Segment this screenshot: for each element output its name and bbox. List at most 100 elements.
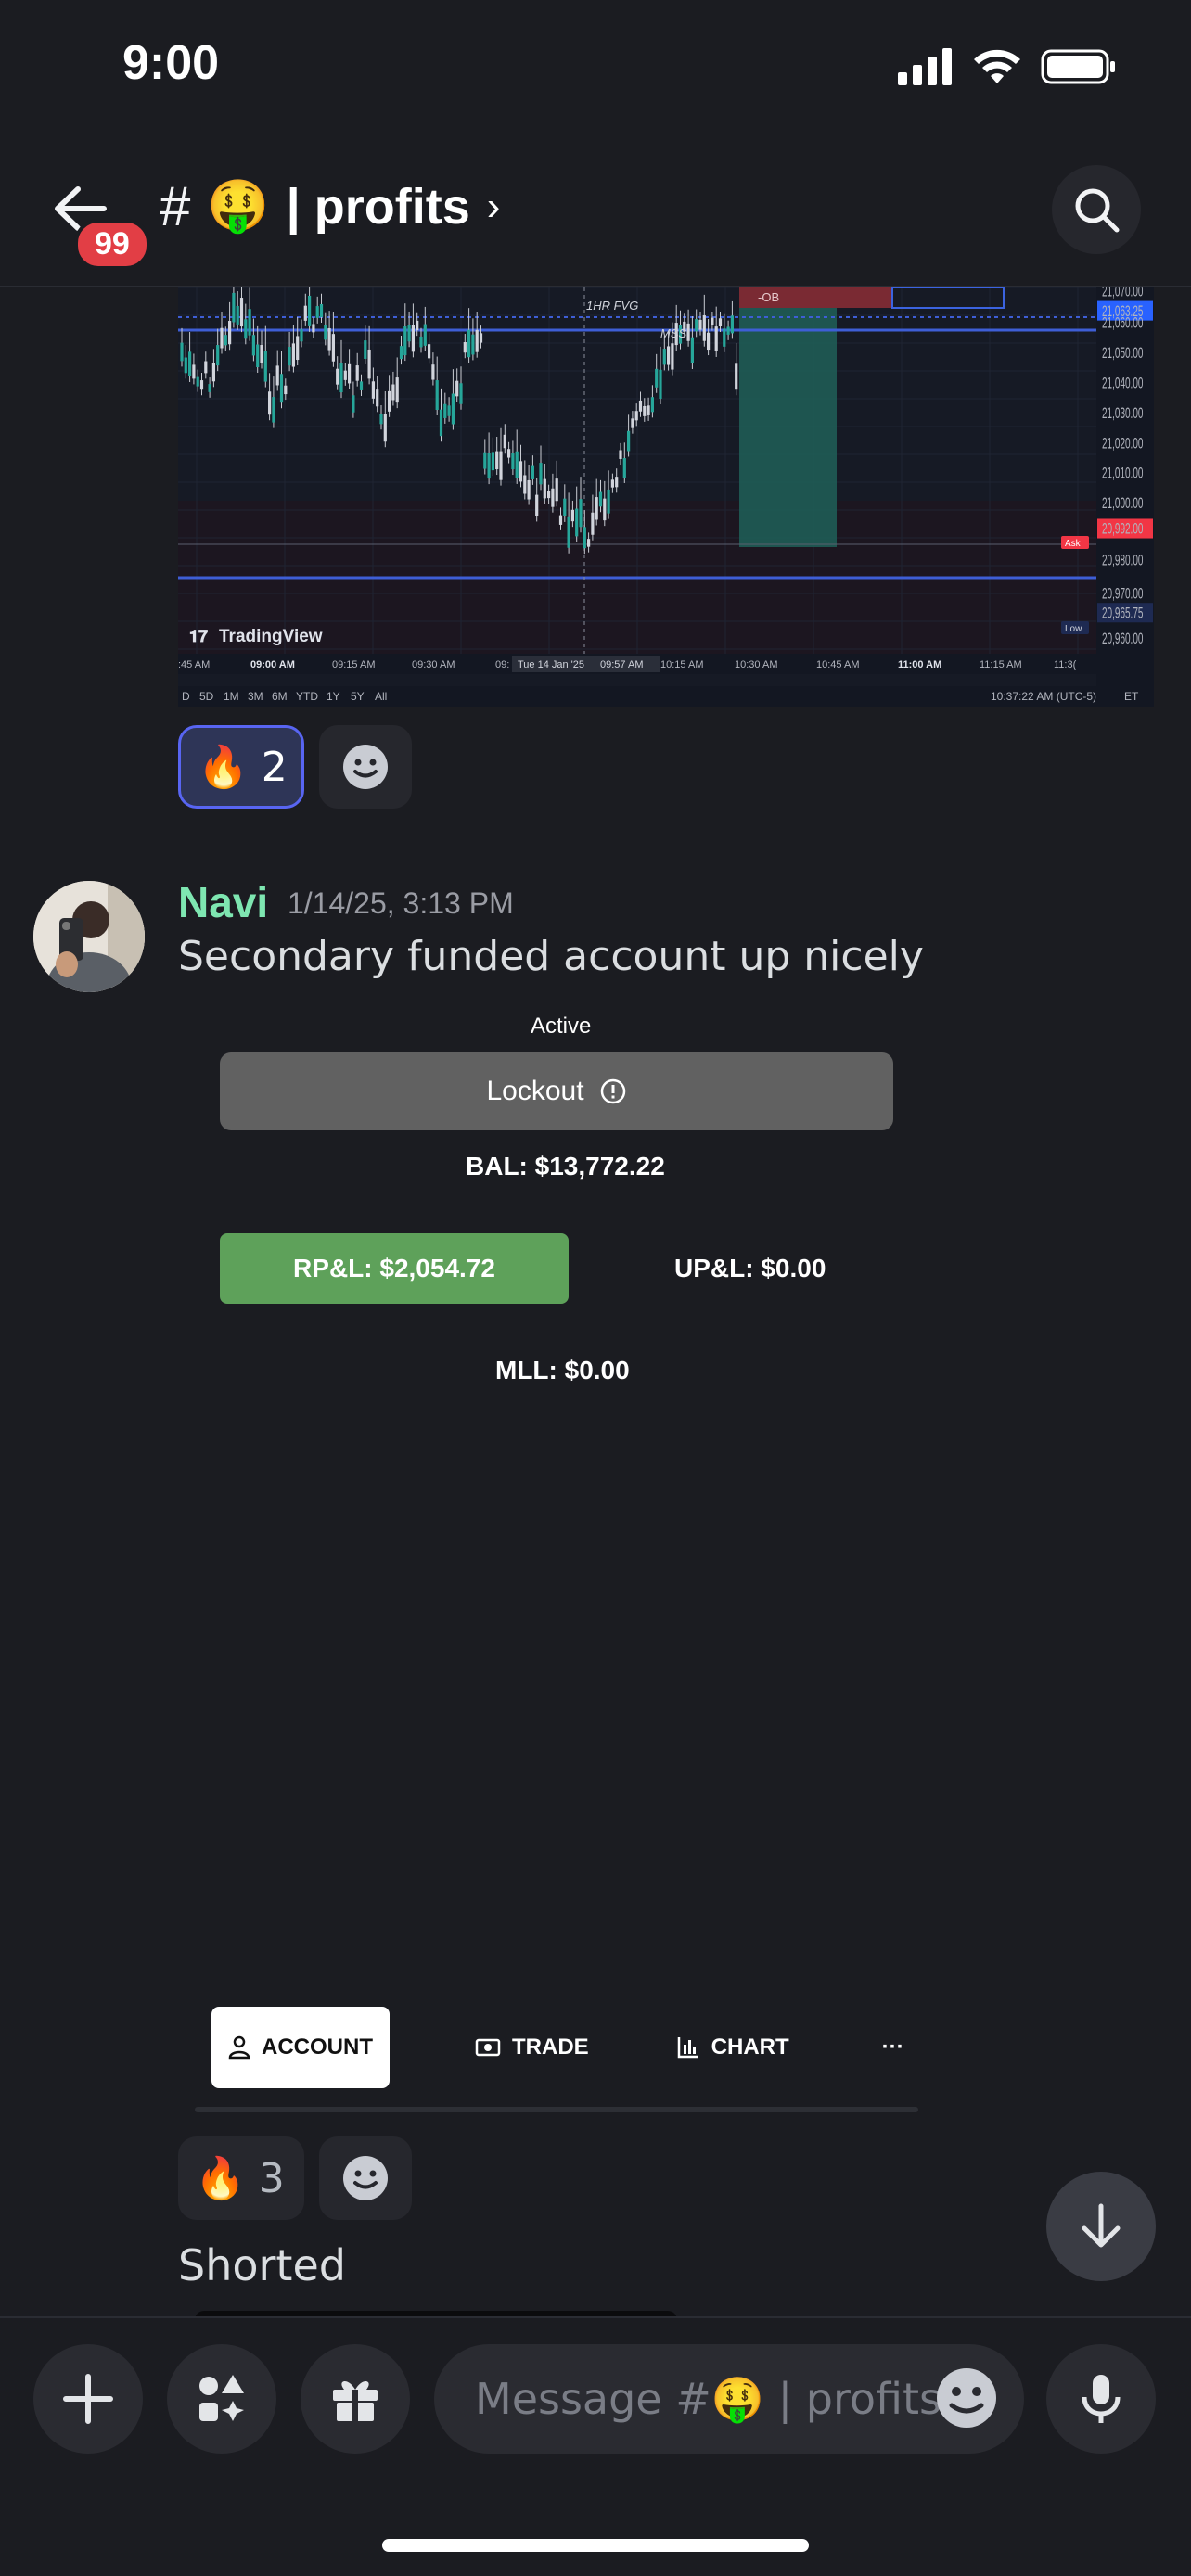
range-button: 1Y: [327, 690, 340, 703]
person-icon: [228, 2035, 250, 2060]
channel-emoji: 🤑: [207, 178, 270, 234]
crosshair-date: Tue 14 Jan '25: [518, 659, 584, 670]
reaction-fire[interactable]: 🔥 2: [178, 725, 304, 809]
lockout-label: Lockout: [486, 1076, 584, 1106]
smiley-icon: [343, 745, 388, 789]
avatar[interactable]: [33, 881, 145, 992]
price-label: 20,992.00: [1102, 520, 1143, 537]
time-label: 09:: [495, 659, 509, 670]
cash-icon: [475, 2038, 501, 2057]
range-button: 6M: [272, 690, 288, 703]
price-label: 21,030.00: [1102, 404, 1143, 421]
time-label: 11:3(: [1054, 659, 1077, 670]
add-reaction-button[interactable]: [319, 725, 412, 809]
time-label: 11:15 AM: [980, 659, 1022, 670]
price-label: 21,010.00: [1102, 465, 1143, 481]
add-reaction-button[interactable]: [319, 2136, 412, 2220]
price-label: 20,980.00: [1102, 552, 1143, 568]
placeholder-emoji: 🤑: [711, 2373, 765, 2424]
unrealized-pnl-value: UP&L: $0.00: [674, 1254, 826, 1282]
plus-icon: [63, 2374, 113, 2424]
chevron-right-icon: ›: [486, 183, 501, 229]
range-button: YTD: [296, 690, 318, 703]
chart-icon: [677, 2037, 698, 2059]
ask-label: Ask: [1065, 539, 1082, 549]
message-author[interactable]: Navi: [178, 877, 268, 927]
trading-chart: -OB 1HR FVG MSS 21,070.0021,063.2521,060…: [178, 287, 1154, 707]
time-label: 10:30 AM: [735, 659, 777, 670]
fire-emoji: 🔥: [198, 744, 249, 791]
channel-name: | profits: [286, 178, 470, 235]
account-tab-bar: ACCOUNT TRADE CHART ···: [211, 2005, 916, 2090]
profit-zone: [739, 308, 837, 547]
price-label: 21,020.00: [1102, 435, 1143, 452]
next-message-text: Shorted: [178, 2240, 346, 2290]
price-label: 20,970.00: [1102, 585, 1143, 602]
lockout-button[interactable]: Lockout: [220, 1052, 893, 1130]
price-label: 21,000.00: [1102, 495, 1143, 512]
more-icon: ···: [881, 2034, 904, 2060]
ob-label: -OB: [758, 290, 779, 304]
account-status: Active: [531, 1014, 592, 1039]
message-text: Secondary funded account up nicely: [178, 933, 924, 980]
attach-button[interactable]: [33, 2344, 143, 2454]
fire-emoji: 🔥: [195, 2155, 246, 2202]
fvg-label: 1HR FVG: [586, 299, 638, 312]
chart-clock: 10:37:22 AM (UTC-5): [991, 690, 1096, 703]
channel-header: 99 # 🤑 | profits ›: [0, 148, 1191, 287]
range-button: 5Y: [351, 690, 365, 703]
time-label: 09:00 AM: [250, 659, 295, 670]
realized-pnl-badge: RP&L: $2,054.72: [220, 1233, 569, 1304]
channel-title[interactable]: # 🤑 | profits ›: [160, 174, 500, 238]
placeholder-suffix: | profits: [764, 2374, 942, 2424]
tradingview-logo: 𝟏𝟕: [189, 627, 208, 645]
status-time: 9:00: [122, 36, 220, 90]
message-timestamp: 1/14/25, 3:13 PM: [288, 886, 514, 920]
price-label: 21,060.00: [1102, 314, 1143, 331]
reaction-fire[interactable]: 🔥 3: [178, 2136, 304, 2220]
time-label: 09:30 AM: [412, 659, 455, 670]
tradingview-brand: TradingView: [219, 627, 323, 646]
tab-more[interactable]: ···: [882, 2007, 904, 2088]
placeholder-prefix: Message #: [475, 2374, 711, 2424]
chart-clock-suffix: ET: [1124, 690, 1139, 703]
gift-icon: [333, 2380, 378, 2421]
gift-button[interactable]: [301, 2344, 410, 2454]
range-button: D: [182, 690, 190, 703]
wifi-icon: [974, 49, 1020, 83]
tab-account[interactable]: ACCOUNT: [211, 2007, 390, 2088]
voice-message-button[interactable]: [1046, 2344, 1156, 2454]
arrow-down-icon: [1082, 2203, 1121, 2248]
home-indicator: [382, 2539, 809, 2552]
mss-label: MSS: [660, 326, 687, 340]
chart-image-attachment[interactable]: -OB 1HR FVG MSS 21,070.00 21,063.25 21,060…: [178, 287, 1154, 707]
apps-button[interactable]: [167, 2344, 276, 2454]
range-button: All: [375, 690, 387, 703]
time-label: 09:15 AM: [332, 659, 375, 670]
avatar-photo: [33, 881, 145, 992]
range-button: 5D: [199, 690, 214, 703]
cellular-signal-icon: [898, 48, 952, 85]
reaction-count: 2: [261, 743, 288, 791]
smiley-icon: [937, 2368, 996, 2428]
time-label: 11:00 AM: [898, 659, 941, 670]
status-icons: [898, 48, 1117, 85]
tab-trade[interactable]: TRADE: [475, 2007, 589, 2088]
price-label: 21,040.00: [1102, 375, 1143, 391]
time-label: :45 AM: [178, 659, 210, 670]
search-icon: [1075, 188, 1120, 233]
alert-circle-icon: [600, 1078, 625, 1104]
range-button: 3M: [248, 690, 263, 703]
battery-icon: [1041, 49, 1115, 84]
price-label: 20,960.00: [1102, 630, 1143, 646]
search-button[interactable]: [1052, 165, 1141, 254]
jump-to-bottom-button[interactable]: [1046, 2172, 1156, 2281]
tab-chart[interactable]: CHART: [676, 2007, 789, 2088]
price-label: 21,070.00: [1102, 287, 1143, 300]
price-label: 20,965.75: [1102, 605, 1143, 621]
embed-divider: [195, 2107, 918, 2112]
low-label: Low: [1065, 624, 1082, 634]
microphone-icon: [1082, 2375, 1121, 2423]
tab-trade-label: TRADE: [512, 2034, 589, 2060]
emoji-picker-button[interactable]: [931, 2363, 1002, 2433]
